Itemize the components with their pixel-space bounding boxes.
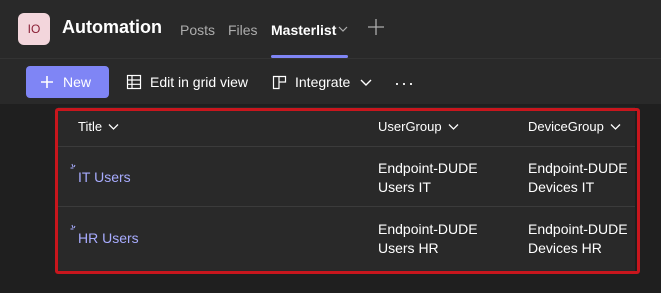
devicegroup-cell: Endpoint-DUDE Devices HR bbox=[528, 221, 628, 256]
item-title-link[interactable]: HR Users bbox=[78, 230, 139, 246]
edit-grid-view-button[interactable]: Edit in grid view bbox=[126, 74, 248, 90]
usergroup-cell: Endpoint-DUDE Users IT bbox=[378, 160, 478, 195]
chevron-down-icon bbox=[448, 124, 459, 130]
channel-title: Automation bbox=[62, 17, 162, 37]
new-label: New bbox=[63, 74, 92, 90]
integrate-button[interactable]: Integrate bbox=[272, 74, 372, 90]
column-header-usergroup[interactable]: UserGroup bbox=[378, 119, 459, 134]
integrate-icon bbox=[272, 75, 287, 89]
command-bar: New Edit in grid view Integrate ··· bbox=[0, 58, 661, 104]
chevron-down-icon bbox=[108, 124, 119, 130]
chevron-down-icon bbox=[610, 124, 621, 130]
team-avatar[interactable]: IO bbox=[18, 13, 50, 45]
list-table: Title UserGroup DeviceGroup IT Users End… bbox=[58, 107, 635, 273]
edit-grid-view-label: Edit in grid view bbox=[150, 74, 249, 90]
column-header-title[interactable]: Title bbox=[78, 119, 119, 134]
more-options-icon[interactable]: ··· bbox=[394, 73, 415, 94]
plus-icon bbox=[41, 76, 53, 88]
column-header-devicegroup[interactable]: DeviceGroup bbox=[528, 119, 621, 134]
usergroup-cell: Endpoint-DUDE Users HR bbox=[378, 221, 478, 256]
devicegroup-cell: Endpoint-DUDE Devices IT bbox=[528, 160, 628, 195]
new-item-button[interactable]: New bbox=[26, 66, 109, 98]
item-title-link[interactable]: IT Users bbox=[78, 169, 131, 185]
tab-masterlist[interactable]: Masterlist bbox=[271, 22, 336, 38]
chevron-down-icon bbox=[360, 79, 372, 86]
integrate-label: Integrate bbox=[295, 74, 351, 90]
table-header: Title UserGroup DeviceGroup bbox=[58, 107, 635, 147]
tab-posts[interactable]: Posts bbox=[180, 22, 215, 38]
grid-icon bbox=[126, 74, 142, 90]
table-row[interactable]: HR Users Endpoint-DUDE Users HR Endpoint… bbox=[58, 208, 635, 268]
chevron-down-icon[interactable] bbox=[338, 24, 348, 34]
table-row[interactable]: IT Users Endpoint-DUDE Users IT Endpoint… bbox=[58, 147, 635, 207]
tab-files[interactable]: Files bbox=[228, 22, 258, 38]
add-tab-icon[interactable] bbox=[366, 17, 386, 37]
channel-header: IO Automation Posts Files Masterlist bbox=[0, 0, 661, 58]
